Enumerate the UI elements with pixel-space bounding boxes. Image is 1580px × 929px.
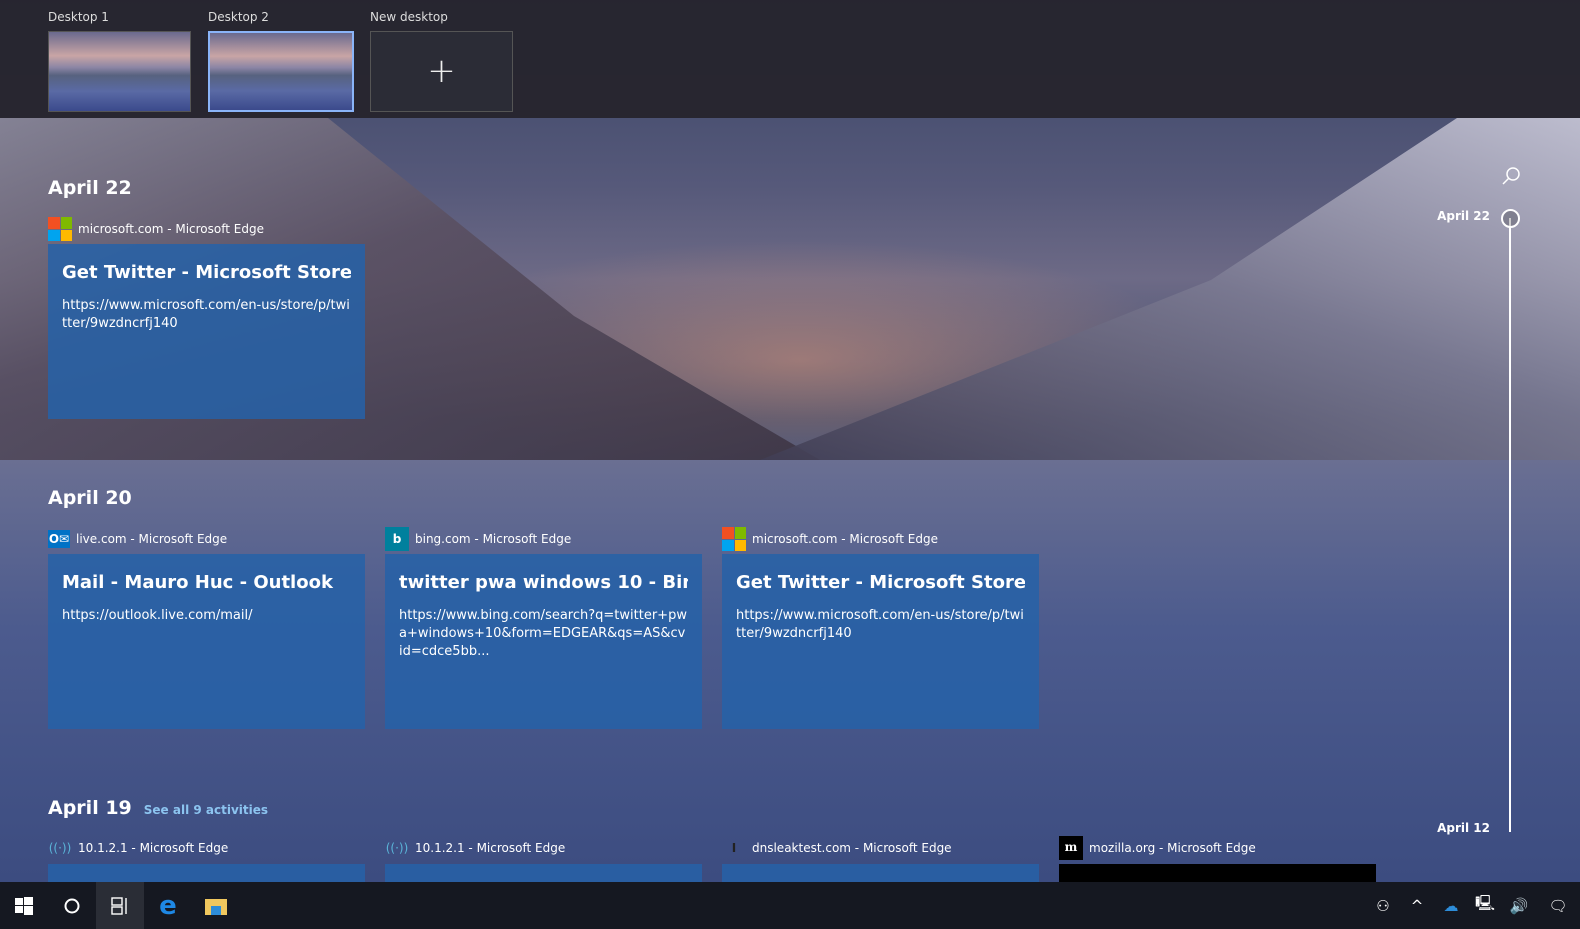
source-label: 10.1.2.1 - Microsoft Edge bbox=[78, 841, 229, 855]
source-label: dnsleaktest.com - Microsoft Edge bbox=[752, 841, 952, 855]
day-heading-row: April 19 See all 9 activities bbox=[48, 797, 268, 819]
desktop-1[interactable]: Desktop 1 bbox=[48, 10, 191, 112]
activity-url: https://www.microsoft.com/en-us/store/p/… bbox=[62, 298, 350, 331]
source-label: mozilla.org - Microsoft Edge bbox=[1089, 841, 1256, 855]
virtual-desktops-bar: Desktop 1 Desktop 2 New desktop + bbox=[0, 0, 1580, 118]
new-desktop-button[interactable]: New desktop + bbox=[370, 10, 513, 112]
activity-source: b bing.com - Microsoft Edge bbox=[385, 527, 571, 551]
edge-icon[interactable]: e bbox=[144, 882, 192, 929]
volume-icon[interactable]: 🔊 bbox=[1502, 882, 1536, 929]
source-label: microsoft.com - Microsoft Edge bbox=[752, 532, 938, 546]
activity-url: https://www.microsoft.com/en-us/store/p/… bbox=[736, 608, 1024, 641]
activity-source: ((·)) 10.1.2.1 - Microsoft Edge bbox=[385, 836, 565, 860]
source-label: microsoft.com - Microsoft Edge bbox=[78, 222, 264, 236]
mozilla-icon: m bbox=[1059, 836, 1083, 860]
network-icon[interactable]: 🖳 bbox=[1468, 882, 1502, 929]
see-all-activities-link[interactable]: See all 9 activities bbox=[144, 803, 268, 817]
desktop-label: New desktop bbox=[370, 10, 448, 24]
activity-url: https://www.bing.com/search?q=twitter+pw… bbox=[399, 608, 687, 659]
activity-card[interactable]: twitter pwa windows 10 - Bing https://www… bbox=[385, 554, 702, 729]
task-view-icon[interactable] bbox=[96, 882, 144, 929]
antenna-icon: ((·)) bbox=[385, 841, 409, 855]
activity-source: microsoft.com - Microsoft Edge bbox=[48, 217, 264, 241]
activity-title: Get Twitter - Microsoft Store bbox=[736, 572, 1025, 593]
plus-icon: + bbox=[427, 50, 456, 91]
activity-url: https://outlook.live.com/mail/ bbox=[62, 608, 253, 623]
activity-title: twitter pwa windows 10 - Bing bbox=[399, 572, 688, 593]
source-label: 10.1.2.1 - Microsoft Edge bbox=[415, 841, 566, 855]
timeline-scroll-thumb[interactable] bbox=[1501, 209, 1520, 228]
onedrive-icon[interactable]: ☁ bbox=[1434, 882, 1468, 929]
desktop-label: Desktop 2 bbox=[208, 10, 269, 24]
source-label: live.com - Microsoft Edge bbox=[76, 532, 228, 546]
activity-title: Mail - Mauro Huc - Outlook bbox=[62, 572, 333, 593]
windows-icon[interactable] bbox=[0, 882, 48, 929]
antenna-icon: ((·)) bbox=[48, 841, 72, 855]
action-center-icon[interactable]: 🗨 bbox=[1536, 882, 1580, 929]
desktop-thumbnail[interactable] bbox=[48, 31, 191, 112]
desktop-2[interactable]: Desktop 2 bbox=[208, 10, 354, 112]
bing-icon: b bbox=[385, 527, 409, 551]
outlook-icon: O✉ bbox=[48, 530, 70, 548]
file-explorer-icon[interactable] bbox=[192, 882, 240, 929]
microsoft-logo-icon bbox=[722, 527, 746, 551]
desktop-thumbnail[interactable] bbox=[208, 31, 354, 112]
source-label: bing.com - Microsoft Edge bbox=[415, 532, 572, 546]
dnsleaktest-icon: I bbox=[731, 841, 737, 855]
activity-card[interactable]: Get Twitter - Microsoft Store https://www… bbox=[722, 554, 1039, 729]
cortana-icon[interactable] bbox=[48, 882, 96, 929]
microsoft-logo-icon bbox=[48, 217, 72, 241]
wallpaper-mountain-right bbox=[760, 118, 1580, 478]
chevron-up-icon[interactable]: ^ bbox=[1400, 882, 1434, 929]
day-heading: April 22 bbox=[48, 177, 132, 199]
desktop-label: Desktop 1 bbox=[48, 10, 109, 24]
activity-source: m mozilla.org - Microsoft Edge bbox=[1059, 836, 1256, 860]
activity-source: O✉ live.com - Microsoft Edge bbox=[48, 527, 227, 551]
people-icon[interactable]: ⚇ bbox=[1366, 882, 1400, 929]
new-desktop-tile[interactable]: + bbox=[370, 31, 513, 112]
day-heading: April 20 bbox=[48, 487, 132, 509]
activity-source: Idnsleaktest.com - Microsoft Edge bbox=[722, 836, 952, 860]
activity-title: Get Twitter - Microsoft Store bbox=[62, 262, 351, 283]
timeline-bottom-label: April 12 bbox=[1437, 821, 1490, 835]
taskbar: e ⚇ ^ ☁ 🖳 🔊 🗨 bbox=[0, 882, 1580, 929]
day-heading: April 19 bbox=[48, 797, 132, 819]
activity-card[interactable]: Mail - Mauro Huc - Outlook https://outloo… bbox=[48, 554, 365, 729]
search-icon[interactable] bbox=[1500, 165, 1522, 187]
timeline-top-label: April 22 bbox=[1437, 209, 1490, 223]
system-tray: ⚇ ^ ☁ 🖳 🔊 🗨 bbox=[1366, 882, 1580, 929]
activity-source: ((·)) 10.1.2.1 - Microsoft Edge bbox=[48, 836, 228, 860]
timeline-scrollbar[interactable] bbox=[1509, 218, 1511, 832]
activity-source: microsoft.com - Microsoft Edge bbox=[722, 527, 938, 551]
activity-card[interactable]: Get Twitter - Microsoft Store https://www… bbox=[48, 244, 365, 419]
